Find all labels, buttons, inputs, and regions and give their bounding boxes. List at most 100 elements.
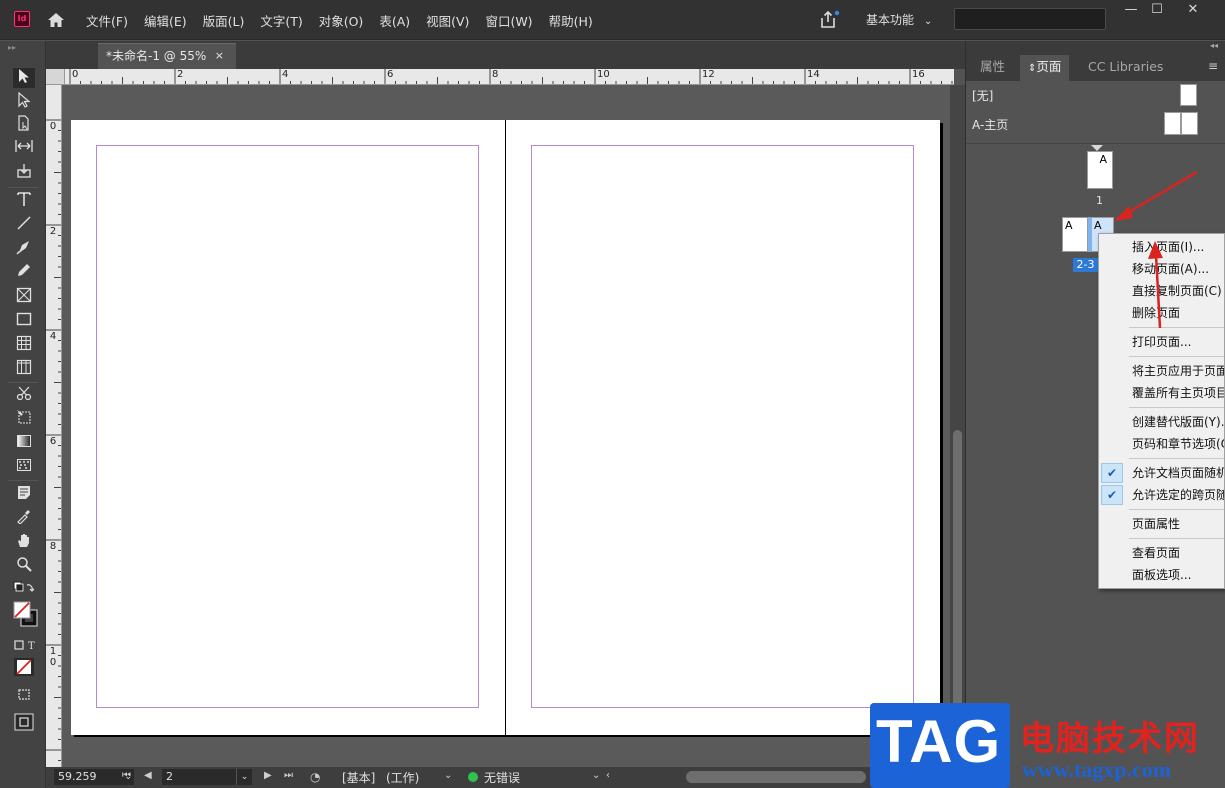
direct-selection-tool-icon[interactable] <box>13 91 35 112</box>
gap-tool-icon[interactable] <box>13 139 35 159</box>
menu-item-allow-document-pages-shuffle[interactable]: ✔ 允许文档页面随机 <box>1099 462 1224 484</box>
menu-item-apply-master[interactable]: 将主页应用于页面 <box>1099 360 1224 382</box>
last-page-icon[interactable]: ⏭ <box>284 770 293 781</box>
menu-item-override-master-items[interactable]: 覆盖所有主页项目 <box>1099 382 1224 404</box>
menu-layout[interactable]: 版面(L) <box>203 11 245 30</box>
spread-spine <box>505 120 506 735</box>
default-fill-stroke-icon[interactable] <box>13 581 35 597</box>
master-row-none[interactable]: [无] <box>966 81 1225 109</box>
chevron-down-icon[interactable]: ⌄ <box>444 770 452 781</box>
share-icon[interactable] <box>818 9 840 29</box>
menu-item-page-attributes[interactable]: 页面属性 <box>1099 513 1224 535</box>
workspace-switcher[interactable]: 基本功能 ⌄ <box>866 11 932 28</box>
horizontal-grid-tool-icon[interactable] <box>13 335 35 355</box>
menu-table[interactable]: 表(A) <box>379 11 410 30</box>
menu-separator <box>1129 458 1224 459</box>
home-icon[interactable] <box>46 10 66 30</box>
menu-item-allow-selected-spread-shuffle[interactable]: ✔ 允许选定的跨页随 <box>1099 484 1225 506</box>
hand-tool-icon[interactable] <box>13 532 35 552</box>
menu-type[interactable]: 文字(T) <box>260 11 302 30</box>
ruler-origin[interactable] <box>46 69 65 85</box>
menu-window[interactable]: 窗口(W) <box>485 11 532 30</box>
master-thumbnail-left[interactable] <box>1164 112 1181 135</box>
page-value: 2 <box>166 770 173 783</box>
arrow-head-icon <box>1114 206 1133 221</box>
zoom-tool-icon[interactable] <box>13 556 35 576</box>
collapse-icon[interactable]: ◂◂ <box>1210 41 1218 50</box>
tab-properties[interactable]: 属性 <box>972 55 1013 81</box>
master-thumbnail-right[interactable] <box>1181 112 1198 135</box>
menu-item-panel-options[interactable]: 面板选项... <box>1099 564 1224 586</box>
apply-none-icon[interactable] <box>13 657 35 677</box>
screen-mode-icon[interactable] <box>13 686 35 706</box>
selection-tool-icon[interactable] <box>13 68 35 88</box>
workspace-label: 基本功能 <box>866 13 915 27</box>
scroll-left-icon[interactable]: ‹ <box>606 770 610 781</box>
arrow-head-icon <box>1148 241 1163 259</box>
menu-edit[interactable]: 编辑(E) <box>144 11 187 30</box>
free-transform-tool-icon[interactable] <box>13 409 35 429</box>
document-tab[interactable]: *未命名-1 @ 55% × <box>98 43 236 69</box>
page-thumbnail-2[interactable]: A <box>1062 217 1088 252</box>
ruler-label: 2 <box>177 69 184 80</box>
panel-grip[interactable]: ◂◂ <box>966 41 1225 55</box>
divider <box>8 480 38 481</box>
chevron-down-icon[interactable]: ⌄ <box>592 770 600 781</box>
menu-item-view-pages[interactable]: 查看页面 <box>1099 542 1224 564</box>
document-tab-bar: *未命名-1 @ 55% × <box>46 41 965 69</box>
menu-separator <box>1129 407 1224 408</box>
rectangle-frame-tool-icon[interactable] <box>13 287 35 307</box>
scrollbar-thumb[interactable] <box>953 430 962 730</box>
master-row-a[interactable]: A-主页 <box>966 110 1225 138</box>
preflight-status[interactable]: 无错误 <box>484 769 520 786</box>
svg-text:T: T <box>28 641 35 651</box>
rectangle-tool-icon[interactable] <box>13 311 35 331</box>
fill-stroke-swatch-icon[interactable] <box>13 601 38 631</box>
document-open-icon[interactable]: ◔ <box>310 770 320 784</box>
master-thumbnail[interactable] <box>1180 84 1197 106</box>
menu-view[interactable]: 视图(V) <box>426 11 469 30</box>
page-tool-icon[interactable] <box>13 115 35 135</box>
menu-item-numbering-section-options[interactable]: 页码和章节选项(O) <box>1099 433 1224 455</box>
menu-file[interactable]: 文件(F) <box>86 11 128 30</box>
vertical-ruler[interactable]: 0 2 4 6 8 1 0 <box>46 85 62 767</box>
menu-item-create-alternate-layout[interactable]: 创建替代版面(Y)... <box>1099 411 1224 433</box>
pen-tool-icon[interactable] <box>13 239 35 259</box>
menu-help[interactable]: 帮助(H) <box>549 11 593 30</box>
first-page-icon[interactable]: ⏮ <box>122 770 131 781</box>
vertical-grid-tool-icon[interactable] <box>13 359 35 379</box>
spread-number-badge[interactable]: 2-3 <box>1073 258 1098 272</box>
page-master-letter: A <box>1065 219 1073 232</box>
close-window-button[interactable]: ✕ <box>1176 0 1210 22</box>
vertical-scrollbar[interactable] <box>950 85 965 767</box>
type-tool-icon[interactable] <box>13 191 35 211</box>
gradient-swatch-tool-icon[interactable] <box>13 433 35 453</box>
page-left[interactable] <box>71 120 506 735</box>
content-collector-icon[interactable] <box>13 163 35 183</box>
ruler-label: 6 <box>387 69 394 80</box>
pencil-tool-icon[interactable] <box>13 262 35 282</box>
gradient-feather-tool-icon[interactable] <box>13 457 35 477</box>
tab-pages[interactable]: ⇕页面 <box>1020 55 1070 81</box>
tab-cc-libraries[interactable]: CC Libraries <box>1080 55 1171 81</box>
pasteboard[interactable] <box>62 85 950 767</box>
panel-grip-icon[interactable]: ▸▸ <box>8 43 16 52</box>
next-page-icon[interactable]: ▶ <box>264 770 272 781</box>
chevron-down-icon[interactable]: ⌄ <box>236 769 252 785</box>
page-right[interactable] <box>506 120 940 735</box>
horizontal-ruler[interactable]: 0 2 4 6 8 10 12 14 16 <box>65 69 954 85</box>
eyedropper-tool-icon[interactable] <box>13 508 35 528</box>
preview-mode-icon[interactable] <box>13 713 35 733</box>
maximize-button[interactable]: ☐ <box>1140 0 1174 22</box>
panel-menu-icon[interactable]: ≡ <box>1208 59 1218 73</box>
search-input[interactable] <box>954 8 1106 30</box>
note-tool-icon[interactable] <box>13 484 35 504</box>
previous-page-icon[interactable]: ◀ <box>144 770 152 781</box>
menu-object[interactable]: 对象(O) <box>319 11 364 30</box>
horizontal-scrollbar-thumb[interactable] <box>686 771 866 783</box>
formatting-affects-icon[interactable]: T <box>13 637 35 652</box>
menu-item-label: 允许选定的跨页随 <box>1132 488 1225 502</box>
close-tab-icon[interactable]: × <box>215 44 224 68</box>
scissors-tool-icon[interactable] <box>13 385 35 405</box>
line-tool-icon[interactable] <box>13 215 35 235</box>
